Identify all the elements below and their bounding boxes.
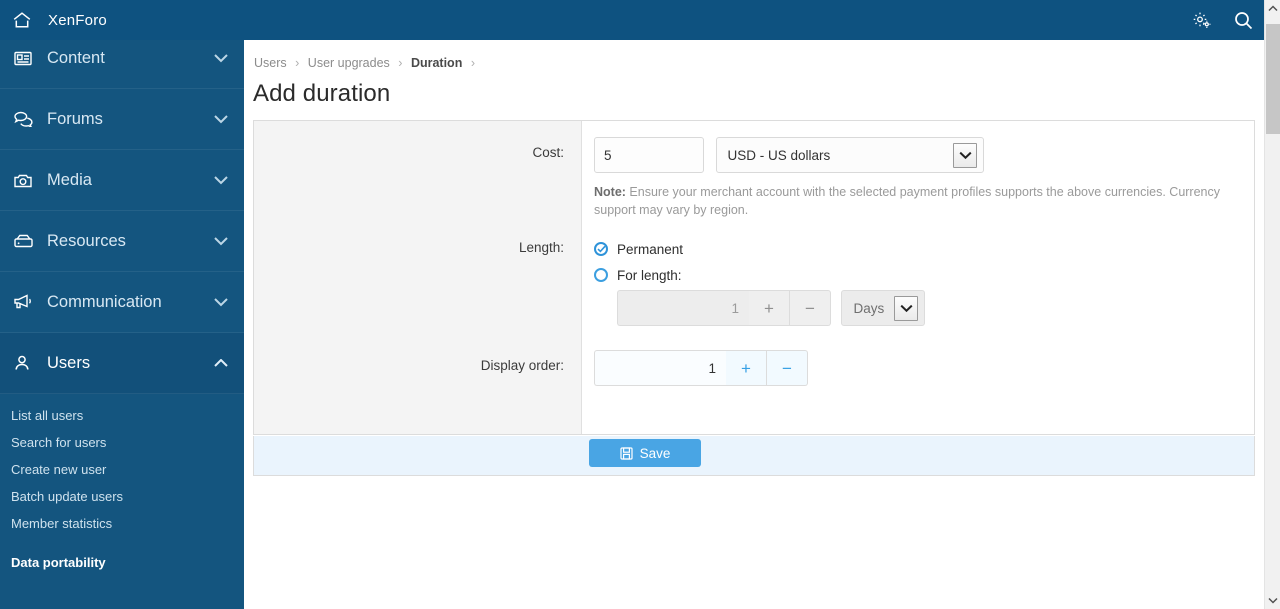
display-order-increment-button[interactable]: + [726, 350, 767, 386]
display-order-label: Display order: [480, 358, 564, 373]
admin-app-window: Add-ons Content [0, 0, 1280, 609]
home-icon[interactable] [0, 0, 44, 40]
breadcrumb-item-user-upgrades[interactable]: User upgrades [308, 56, 390, 70]
cost-field-group: USD - US dollars [594, 137, 985, 173]
sidebar-item-label: Member statistics [11, 516, 113, 531]
content-icon [14, 51, 44, 66]
chevron-down-icon[interactable] [214, 297, 228, 307]
breadcrumb-separator: › [398, 56, 403, 70]
sidebar-group-media-label: Media [47, 170, 92, 189]
radio-for-length-icon[interactable] [594, 268, 608, 282]
save-button-label: Save [639, 445, 671, 461]
chevron-down-icon[interactable] [214, 236, 228, 246]
sidebar-item-label: Batch update users [11, 489, 124, 504]
content-area: Users › User upgrades › Duration › Add d… [244, 40, 1264, 609]
sidebar-item-label: Search for users [11, 435, 107, 450]
brand-title: XenForo [48, 11, 107, 29]
sidebar-group-media[interactable]: Media [0, 150, 244, 211]
chevron-down-icon[interactable] [214, 114, 228, 124]
length-increment-button: + [749, 290, 790, 326]
sidebar-group-forums[interactable]: Forums [0, 89, 244, 150]
sidebar-scroll-container: Add-ons Content [0, 0, 244, 582]
sidebar-item-list-all-users[interactable]: List all users [0, 402, 244, 429]
sidebar-group-content-label: Content [47, 48, 105, 67]
sidebar-group-resources[interactable]: Resources [0, 211, 244, 272]
form-label-column [254, 121, 582, 434]
search-icon[interactable] [1222, 0, 1264, 40]
users-icon [14, 355, 44, 371]
sidebar-group-communication-label: Communication [47, 292, 162, 311]
length-amount-group: 1 + − Days [617, 290, 926, 326]
sidebar-item-member-statistics[interactable]: Member statistics [0, 510, 244, 537]
communication-icon [14, 294, 44, 310]
scroll-down-arrow-icon[interactable] [1265, 592, 1280, 609]
page-title: Add duration [253, 80, 391, 107]
sidebar-group-forums-label: Forums [47, 109, 103, 128]
length-options: Permanent For length: [594, 238, 683, 286]
currency-select[interactable]: USD - US dollars [716, 137, 985, 173]
breadcrumb-item-duration[interactable]: Duration [411, 56, 462, 70]
sidebar-group-communication[interactable]: Communication [0, 272, 244, 333]
sidebar-item-create-new-user[interactable]: Create new user [0, 456, 244, 483]
display-order-decrement-button[interactable]: − [767, 350, 808, 386]
length-amount-value: 1 [617, 290, 749, 326]
form-footer-bar: Save [253, 436, 1255, 476]
cost-label: Cost: [532, 145, 564, 160]
save-disk-icon [620, 446, 633, 460]
sidebar-group-resources-label: Resources [47, 231, 126, 250]
length-unit-select: Days [841, 290, 926, 326]
sidebar-group-users-label: Users [47, 353, 91, 372]
currency-note: Note: Ensure your merchant account with … [594, 184, 1249, 219]
radio-option-permanent[interactable]: Permanent [594, 238, 683, 260]
gear-icon[interactable] [1180, 0, 1222, 40]
chevron-down-icon [894, 295, 919, 321]
radio-permanent-label: Permanent [617, 241, 684, 257]
sidebar-item-data-portability[interactable]: Data portability [0, 549, 244, 576]
radio-for-length-label: For length: [617, 267, 682, 283]
admin-sidebar: Add-ons Content [0, 0, 244, 609]
breadcrumb: Users › User upgrades › Duration › [244, 40, 1264, 70]
chevron-up-icon[interactable] [214, 358, 228, 368]
cost-input[interactable] [594, 137, 704, 173]
scroll-up-arrow-icon[interactable] [1265, 0, 1280, 17]
sidebar-item-label: List all users [11, 408, 84, 423]
chevron-down-icon[interactable] [214, 53, 228, 63]
chevron-down-icon[interactable] [214, 175, 228, 185]
scrollbar-thumb[interactable] [1266, 24, 1280, 134]
note-prefix: Note: [594, 185, 626, 199]
radio-option-for-length[interactable]: For length: [594, 264, 683, 286]
display-order-stepper[interactable]: 1 + − [594, 350, 808, 386]
breadcrumb-separator: › [470, 56, 475, 70]
length-label: Length: [518, 240, 564, 255]
currency-select-value: USD - US dollars [727, 147, 831, 163]
chevron-down-icon[interactable] [953, 142, 978, 168]
duration-form-panel: Cost: USD - US dollars Note: Ensure your… [253, 120, 1255, 435]
save-button[interactable]: Save [589, 439, 701, 467]
sidebar-item-batch-update-users[interactable]: Batch update users [0, 483, 244, 510]
forums-icon [14, 111, 44, 127]
page-scrollbar[interactable] [1264, 0, 1280, 609]
sidebar-item-search-for-users[interactable]: Search for users [0, 429, 244, 456]
sidebar-group-users[interactable]: Users [0, 333, 244, 394]
display-order-value[interactable]: 1 [594, 350, 726, 386]
resources-icon [14, 234, 44, 248]
top-header: XenForo [0, 0, 1264, 40]
length-decrement-button: − [790, 290, 831, 326]
radio-permanent-icon[interactable] [594, 242, 608, 256]
sidebar-users-submenu: List all users Search for users Create n… [0, 394, 244, 582]
note-text: Ensure your merchant account with the se… [594, 185, 1221, 217]
breadcrumb-item-users[interactable]: Users [254, 56, 287, 70]
sidebar-item-label: Create new user [11, 462, 107, 477]
length-unit-value: Days [853, 300, 885, 316]
media-icon [14, 173, 44, 188]
length-stepper: 1 + − [617, 290, 831, 326]
display-order-group: 1 + − [594, 350, 808, 386]
sidebar-item-label: Data portability [11, 555, 106, 570]
breadcrumb-separator: › [295, 56, 300, 70]
